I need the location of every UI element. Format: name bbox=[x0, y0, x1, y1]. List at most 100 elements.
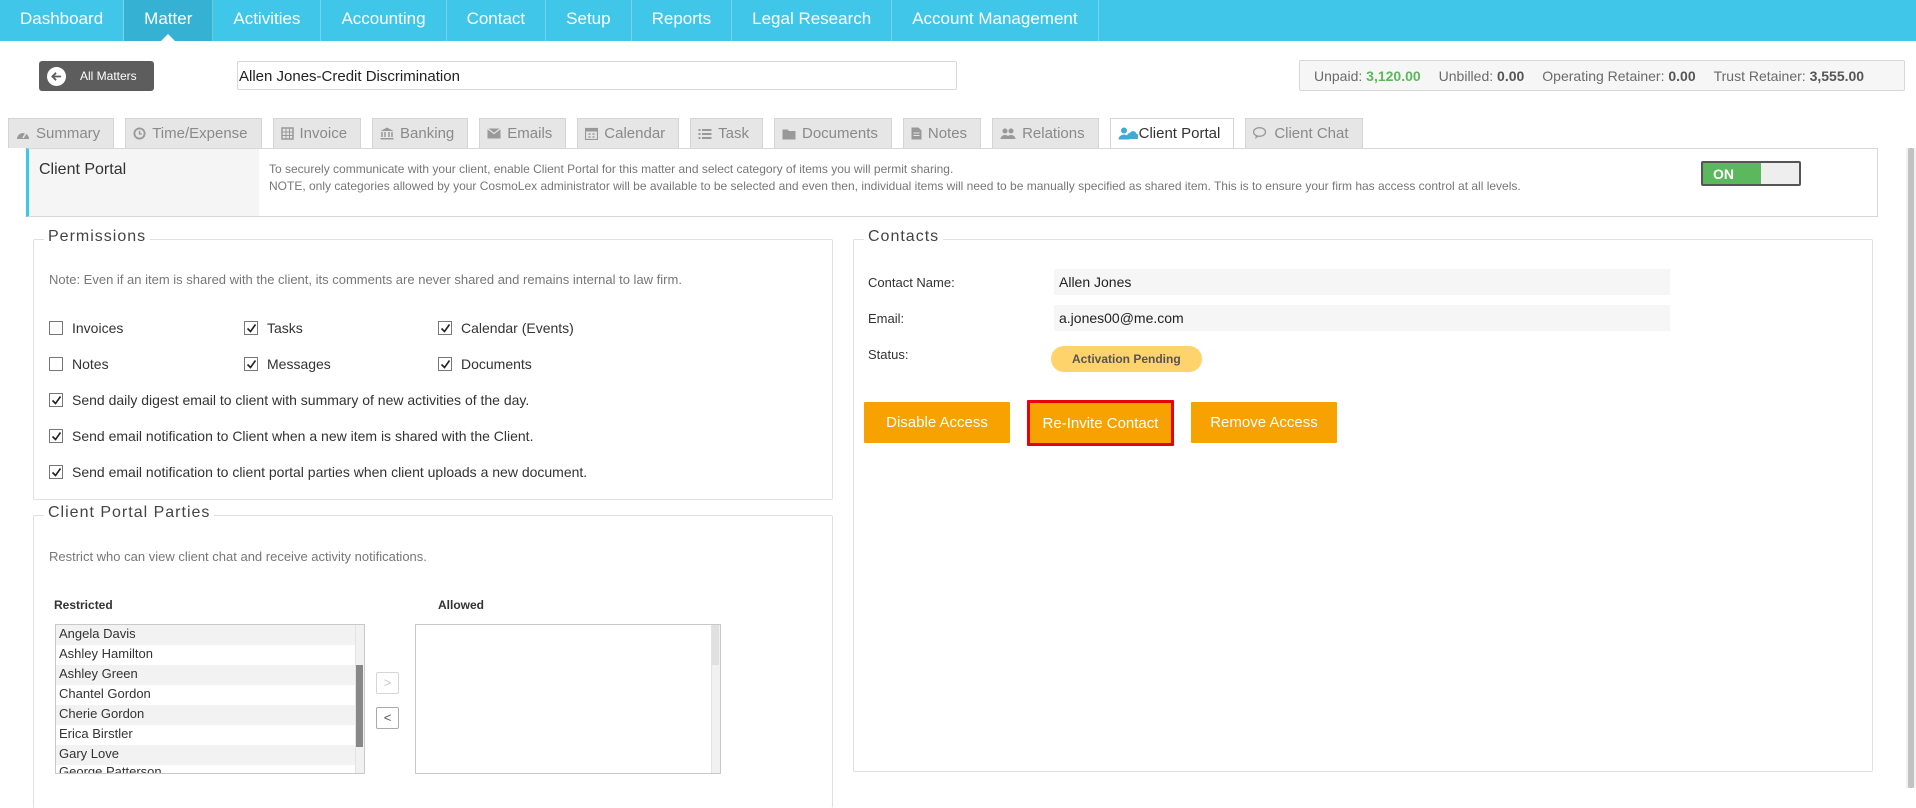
tab-emails[interactable]: Emails bbox=[479, 118, 567, 148]
checkbox-box bbox=[49, 357, 63, 371]
tab-relations[interactable]: Relations bbox=[992, 118, 1099, 148]
tab-invoice[interactable]: Invoice bbox=[272, 118, 362, 148]
list-item[interactable]: George Patterson bbox=[56, 763, 364, 773]
nav-legal-research[interactable]: Legal Research bbox=[732, 0, 893, 41]
tab-documents-label: Documents bbox=[802, 125, 878, 142]
unpaid-summary: Unpaid: 3,120.00 bbox=[1314, 68, 1421, 84]
allowed-list-scroll-thumb[interactable] bbox=[712, 625, 719, 665]
page-scrollbar[interactable] bbox=[1906, 148, 1916, 788]
contacts-legend: Contacts bbox=[864, 228, 944, 246]
list-item[interactable]: Ashley Green bbox=[56, 665, 364, 685]
list-item[interactable]: Chantel Gordon bbox=[56, 685, 364, 705]
allowed-label: Allowed bbox=[438, 598, 485, 612]
nav-setup[interactable]: Setup bbox=[546, 0, 632, 41]
notes-label: Notes bbox=[72, 356, 109, 372]
invoices-label: Invoices bbox=[72, 320, 124, 336]
notify-shared-label: Send email notification to Client when a… bbox=[72, 428, 534, 444]
email-value: a.jones00@me.com bbox=[1054, 305, 1670, 331]
checkbox-box bbox=[244, 321, 258, 335]
client-portal-parties-panel: Client Portal Parties Restrict who can v… bbox=[33, 504, 833, 808]
tab-summary-label: Summary bbox=[36, 125, 101, 142]
matter-tabs: Summary Time/Expense Invoice Banking Ema… bbox=[8, 118, 1374, 148]
daily-digest-checkbox[interactable]: Send daily digest email to client with s… bbox=[49, 392, 529, 408]
allowed-list-scrollbar[interactable] bbox=[711, 625, 720, 773]
chat-icon bbox=[1253, 127, 1268, 140]
envelope-icon bbox=[487, 128, 502, 139]
move-left-button[interactable]: < bbox=[376, 707, 399, 729]
matter-title-field[interactable]: Allen Jones-Credit Discrimination bbox=[237, 61, 957, 90]
list-item[interactable]: Angela Davis bbox=[56, 625, 364, 645]
nav-accounting[interactable]: Accounting bbox=[321, 0, 447, 41]
messages-checkbox[interactable]: Messages bbox=[244, 356, 331, 372]
calendar-icon bbox=[585, 127, 599, 140]
client-portal-desc-line1: To securely communicate with your client… bbox=[269, 162, 954, 176]
unpaid-label: Unpaid: bbox=[1314, 67, 1363, 84]
tab-client-portal[interactable]: Client Portal bbox=[1109, 118, 1235, 148]
checkbox-box bbox=[49, 321, 63, 335]
messages-label: Messages bbox=[267, 356, 331, 372]
tab-calendar[interactable]: Calendar bbox=[577, 118, 680, 148]
nav-account-management[interactable]: Account Management bbox=[892, 0, 1099, 41]
tasks-checkbox[interactable]: Tasks bbox=[244, 320, 303, 336]
trust-retainer-label: Trust Retainer: bbox=[1713, 67, 1806, 84]
tab-task[interactable]: Task bbox=[690, 118, 763, 148]
nav-contact[interactable]: Contact bbox=[447, 0, 547, 41]
checkbox-box bbox=[244, 357, 258, 371]
tab-summary[interactable]: Summary bbox=[8, 118, 115, 148]
calendar-events-checkbox[interactable]: Calendar (Events) bbox=[438, 320, 574, 336]
remove-access-button[interactable]: Remove Access bbox=[1191, 402, 1337, 443]
tab-time-expense[interactable]: Time/Expense bbox=[125, 118, 262, 148]
clock-icon bbox=[133, 127, 146, 140]
nav-reports[interactable]: Reports bbox=[632, 0, 733, 41]
daily-digest-label: Send daily digest email to client with s… bbox=[72, 392, 530, 408]
restricted-label: Restricted bbox=[54, 598, 113, 612]
re-invite-contact-button[interactable]: Re-Invite Contact bbox=[1027, 400, 1174, 446]
tasks-label: Tasks bbox=[267, 320, 303, 336]
list-item[interactable]: Gary Love bbox=[56, 745, 364, 765]
restricted-list[interactable]: Angela Davis Ashley Hamilton Ashley Gree… bbox=[55, 624, 365, 774]
restricted-list-scrollbar[interactable] bbox=[355, 625, 364, 773]
tab-relations-label: Relations bbox=[1022, 125, 1085, 142]
tab-notes[interactable]: Notes bbox=[902, 118, 982, 148]
nav-activities[interactable]: Activities bbox=[213, 0, 322, 41]
documents-checkbox[interactable]: Documents bbox=[438, 356, 532, 372]
move-right-button[interactable]: > bbox=[376, 672, 399, 694]
list-item[interactable]: Cherie Gordon bbox=[56, 705, 364, 725]
operating-retainer-label: Operating Retainer: bbox=[1542, 67, 1665, 84]
invoice-icon bbox=[280, 127, 294, 140]
list-item[interactable]: Ashley Hamilton bbox=[56, 645, 364, 665]
tab-banking[interactable]: Banking bbox=[372, 118, 469, 148]
tab-task-label: Task bbox=[718, 125, 749, 142]
tab-client-portal-label: Client Portal bbox=[1138, 125, 1221, 142]
tab-client-chat[interactable]: Client Chat bbox=[1245, 118, 1363, 148]
notes-checkbox[interactable]: Notes bbox=[49, 356, 109, 372]
trust-retainer-summary: Trust Retainer: 3,555.00 bbox=[1714, 68, 1864, 84]
contacts-panel: Contacts Contact Name: Allen Jones Email… bbox=[853, 228, 1873, 772]
all-matters-button[interactable]: All Matters bbox=[39, 61, 154, 91]
operating-retainer-value: 0.00 bbox=[1668, 67, 1696, 84]
top-navigation: Dashboard Matter Activities Accounting C… bbox=[0, 0, 1916, 41]
nav-dashboard[interactable]: Dashboard bbox=[0, 0, 125, 41]
toggle-on-label: ON bbox=[1703, 163, 1761, 184]
checkbox-box bbox=[438, 321, 452, 335]
contact-name-value: Allen Jones bbox=[1054, 269, 1670, 295]
client-portal-desc-line2: NOTE, only categories allowed by your Co… bbox=[269, 179, 1521, 193]
page-scroll-thumb[interactable] bbox=[1908, 148, 1914, 788]
nav-matter[interactable]: Matter bbox=[124, 0, 214, 41]
checkbox-box bbox=[438, 357, 452, 371]
client-portal-toggle[interactable]: ON bbox=[1701, 161, 1801, 186]
list-item[interactable]: Erica Birstler bbox=[56, 725, 364, 745]
allowed-list[interactable] bbox=[415, 624, 721, 774]
disable-access-button[interactable]: Disable Access bbox=[864, 402, 1010, 443]
dashboard-icon bbox=[16, 128, 30, 140]
notify-shared-checkbox[interactable]: Send email notification to Client when a… bbox=[49, 428, 533, 444]
toggle-knob bbox=[1761, 163, 1799, 184]
notify-upload-checkbox[interactable]: Send email notification to client portal… bbox=[49, 464, 587, 480]
contact-name-label: Contact Name: bbox=[868, 275, 955, 290]
tab-documents[interactable]: Documents bbox=[774, 118, 892, 148]
bank-icon bbox=[380, 127, 394, 140]
invoices-checkbox[interactable]: Invoices bbox=[49, 320, 123, 336]
unbilled-summary: Unbilled: 0.00 bbox=[1439, 68, 1525, 84]
checkbox-box bbox=[49, 465, 63, 479]
restricted-list-scroll-thumb[interactable] bbox=[356, 665, 363, 747]
